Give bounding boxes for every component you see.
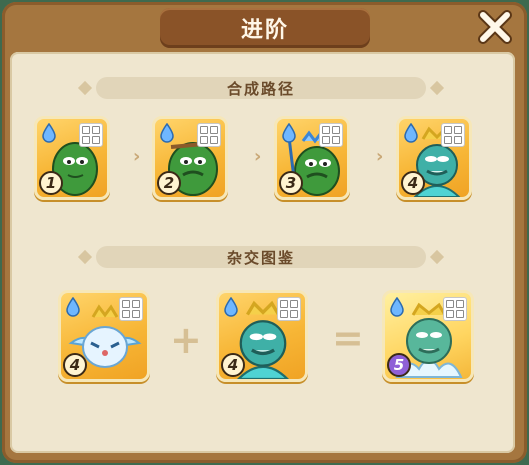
synthesis-path-header: 合成路径 <box>77 77 445 99</box>
level-badge: 2 <box>157 171 181 195</box>
grid-icon <box>441 123 465 147</box>
crossbreed-input-card[interactable]: 4 <box>58 290 150 382</box>
synthesis-step-card[interactable]: 4 <box>396 116 472 200</box>
level-badge: 3 <box>279 171 303 195</box>
water-drop-icon <box>224 297 238 317</box>
synthesis-step-card[interactable]: 3 <box>274 116 350 200</box>
crossbreed-result-card[interactable]: 5 <box>382 290 474 382</box>
level-badge: 4 <box>221 353 245 377</box>
synthesis-step-card[interactable]: 1 <box>34 116 110 200</box>
level-badge: 4 <box>401 171 425 195</box>
water-drop-icon <box>160 123 174 143</box>
crossbreed-input-card[interactable]: 4 <box>216 290 308 382</box>
water-drop-icon <box>390 297 404 317</box>
close-button[interactable] <box>472 6 518 48</box>
water-drop-icon <box>66 297 80 317</box>
dialog-title: 进阶 <box>240 18 289 43</box>
water-drop-icon <box>282 123 296 143</box>
grid-icon <box>319 123 343 147</box>
level-badge: 1 <box>39 171 63 195</box>
grid-icon <box>443 297 467 321</box>
crossbreed-header: 杂交图鉴 <box>77 246 445 268</box>
chevron-right-icon: › <box>133 146 141 167</box>
level-badge: 5 <box>387 353 411 377</box>
chevron-right-icon: › <box>254 146 262 167</box>
dialog-title-tab: 进阶 <box>160 8 370 48</box>
level-badge: 4 <box>63 353 87 377</box>
water-drop-icon <box>42 123 56 143</box>
water-drop-icon <box>404 123 418 143</box>
synthesis-step-card[interactable]: 2 <box>152 116 228 200</box>
chevron-right-icon: › <box>376 146 384 167</box>
grid-icon <box>119 297 143 321</box>
synthesis-path-title: 合成路径 <box>226 79 295 98</box>
close-icon <box>478 10 512 44</box>
crossbreed-title: 杂交图鉴 <box>226 248 295 267</box>
grid-icon <box>197 123 221 147</box>
grid-icon <box>79 123 103 147</box>
equals-icon: = <box>332 316 364 360</box>
grid-icon <box>277 297 301 321</box>
plus-icon: + <box>170 318 202 362</box>
